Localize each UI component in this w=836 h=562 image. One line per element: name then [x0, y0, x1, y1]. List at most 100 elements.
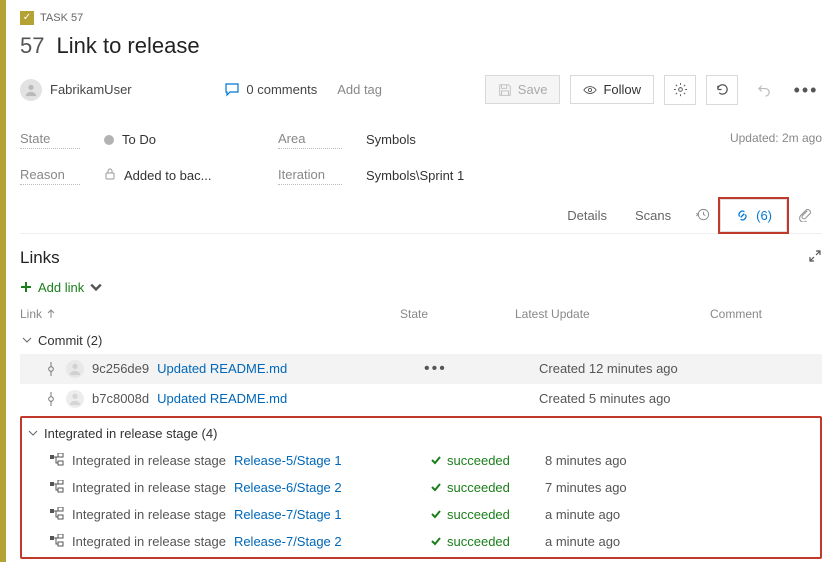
stage-row[interactable]: Integrated in release stage Release-7/St… — [26, 501, 816, 528]
commit-hash: 9c256de9 — [92, 361, 149, 376]
commit-icon — [44, 362, 58, 376]
comments-link[interactable]: 0 comments — [224, 82, 317, 98]
follow-label: Follow — [603, 82, 641, 97]
person-icon — [66, 360, 84, 378]
section-links-title: Links — [20, 248, 60, 268]
iteration-value[interactable]: Symbols\Sprint 1 — [366, 167, 706, 185]
save-label: Save — [518, 82, 548, 97]
save-icon — [498, 83, 512, 97]
lock-icon — [104, 168, 116, 183]
release-stage-icon — [50, 480, 64, 494]
add-link-label: Add link — [38, 280, 84, 295]
state-cell: ••• — [424, 360, 539, 378]
links-table-header: Link State Latest Update Comment — [20, 301, 822, 327]
commit-hash: b7c8008d — [92, 391, 149, 406]
state-value[interactable]: To Do — [104, 131, 254, 149]
work-item-title[interactable]: Link to release — [56, 33, 199, 59]
area-value[interactable]: Symbols — [366, 131, 706, 149]
person-icon — [66, 390, 84, 408]
undo-icon — [757, 82, 772, 97]
more-actions-button[interactable]: ••• — [790, 75, 822, 105]
stage-link[interactable]: Release-6/Stage 2 — [234, 480, 342, 495]
tab-history[interactable] — [685, 199, 720, 233]
links-count: (6) — [756, 208, 772, 223]
stage-prefix: Integrated in release stage — [72, 507, 226, 522]
stage-prefix: Integrated in release stage — [72, 480, 226, 495]
group-commit-label: Commit (2) — [38, 333, 102, 348]
status-cell: succeeded — [430, 507, 545, 522]
stage-row[interactable]: Integrated in release stage Release-5/St… — [26, 447, 816, 474]
assigned-to-name: FabrikamUser — [50, 82, 132, 97]
follow-button[interactable]: Follow — [570, 75, 654, 104]
stage-row[interactable]: Integrated in release stage Release-6/St… — [26, 474, 816, 501]
commit-link[interactable]: Updated README.md — [157, 391, 287, 406]
link-cell: 9c256de9 Updated README.md — [44, 360, 424, 378]
paperclip-icon — [797, 207, 812, 222]
refresh-button[interactable] — [706, 75, 738, 105]
commit-row[interactable]: 9c256de9 Updated README.md•••Created 12 … — [20, 354, 822, 384]
time-cell: Created 12 minutes ago — [539, 361, 734, 376]
col-latest[interactable]: Latest Update — [515, 307, 710, 321]
tab-details[interactable]: Details — [553, 200, 621, 231]
stage-prefix: Integrated in release stage — [72, 453, 226, 468]
highlight-box: Integrated in release stage (4) Integrat… — [20, 416, 822, 559]
group-stage-label: Integrated in release stage (4) — [44, 426, 217, 441]
commit-row[interactable]: b7c8008d Updated README.md Created 5 minu… — [20, 384, 822, 414]
save-button[interactable]: Save — [485, 75, 561, 104]
history-icon — [695, 207, 710, 222]
link-cell: b7c8008d Updated README.md — [44, 390, 424, 408]
work-item-type-id: TASK 57 — [40, 12, 83, 24]
settings-button[interactable] — [664, 75, 696, 105]
task-icon: ✓ — [20, 11, 34, 25]
eye-icon — [583, 83, 597, 97]
group-commit[interactable]: Commit (2) — [20, 327, 822, 354]
stage-row[interactable]: Integrated in release stage Release-7/St… — [26, 528, 816, 555]
work-item-badge: ✓ TASK 57 — [20, 9, 83, 27]
col-comment[interactable]: Comment — [710, 307, 822, 321]
col-link[interactable]: Link — [20, 307, 400, 321]
stage-link[interactable]: Release-7/Stage 1 — [234, 507, 342, 522]
undo-button[interactable] — [748, 75, 780, 105]
time-cell: Created 5 minutes ago — [539, 391, 734, 406]
link-cell: Integrated in release stage Release-7/St… — [50, 507, 430, 522]
reason-label: Reason — [20, 167, 80, 185]
release-stage-icon — [50, 507, 64, 521]
tab-attachments[interactable] — [787, 199, 822, 233]
refresh-icon — [715, 82, 730, 97]
gear-icon — [673, 82, 688, 97]
area-label: Area — [278, 131, 342, 149]
add-tag-button[interactable]: Add tag — [327, 78, 392, 101]
comment-icon — [224, 82, 240, 98]
commit-link[interactable]: Updated README.md — [157, 361, 287, 376]
chevron-down-icon — [22, 335, 32, 345]
link-icon — [735, 208, 750, 223]
check-icon — [430, 481, 442, 493]
release-stage-icon — [50, 453, 64, 467]
time-cell: 8 minutes ago — [545, 453, 740, 468]
expand-icon — [808, 249, 822, 263]
row-actions[interactable]: ••• — [424, 360, 447, 377]
check-icon — [430, 535, 442, 547]
stage-link[interactable]: Release-5/Stage 1 — [234, 453, 342, 468]
group-stage[interactable]: Integrated in release stage (4) — [26, 420, 816, 447]
chevron-down-icon — [28, 428, 38, 438]
time-cell: a minute ago — [545, 534, 740, 549]
commit-icon — [44, 392, 58, 406]
assigned-to[interactable]: FabrikamUser — [20, 79, 132, 101]
stage-link[interactable]: Release-7/Stage 2 — [234, 534, 342, 549]
check-icon — [430, 508, 442, 520]
tab-scans[interactable]: Scans — [621, 200, 685, 231]
add-link-button[interactable]: Add link — [20, 274, 102, 301]
avatar — [20, 79, 42, 101]
updated-time: Updated: 2m ago — [730, 131, 822, 145]
link-cell: Integrated in release stage Release-7/St… — [50, 534, 430, 549]
tab-links[interactable]: (6) — [720, 199, 787, 232]
col-state[interactable]: State — [400, 307, 515, 321]
status-cell: succeeded — [430, 480, 545, 495]
comments-count: 0 comments — [246, 82, 317, 97]
sort-asc-icon — [46, 309, 56, 319]
expand-button[interactable] — [808, 249, 822, 266]
reason-value[interactable]: Added to bac... — [104, 167, 254, 185]
stage-prefix: Integrated in release stage — [72, 534, 226, 549]
status-cell: succeeded — [430, 534, 545, 549]
